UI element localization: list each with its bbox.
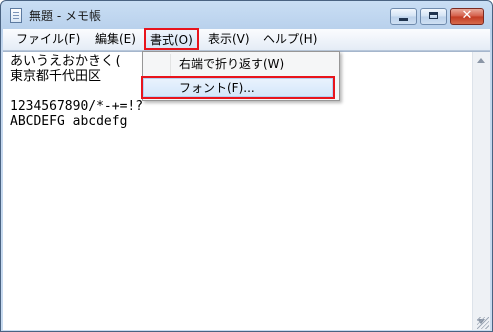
format-menu-dropdown: 右端で折り返す(W) フォント(F)... xyxy=(141,51,340,101)
menu-view[interactable]: 表示(V) xyxy=(204,30,254,49)
notepad-icon xyxy=(10,8,22,23)
scroll-up-arrow-icon[interactable] xyxy=(477,58,485,63)
menu-item-word-wrap[interactable]: 右端で折り返す(W) xyxy=(143,54,339,75)
menu-file[interactable]: ファイル(F) xyxy=(12,30,84,49)
minimize-button[interactable] xyxy=(390,8,417,25)
maximize-icon xyxy=(429,12,438,19)
menu-edit[interactable]: 編集(E) xyxy=(91,30,140,49)
menu-bar: ファイル(F) 編集(E) 書式(O) 表示(V) ヘルプ(H) xyxy=(3,28,490,51)
notepad-window: 無題 - メモ帳 ✕ ファイル(F) 編集(E) 書式(O) 表示(V) ヘルプ… xyxy=(0,0,493,332)
close-icon: ✕ xyxy=(461,8,473,23)
close-button[interactable]: ✕ xyxy=(450,8,484,25)
window-title: 無題 - メモ帳 xyxy=(29,9,101,23)
vertical-scrollbar[interactable] xyxy=(472,52,490,330)
menu-help[interactable]: ヘルプ(H) xyxy=(259,30,321,49)
text-line: ABCDEFG abcdefg xyxy=(10,114,128,129)
text-line: 1234567890/*-+=!? xyxy=(10,99,144,114)
menu-format[interactable]: 書式(O) xyxy=(144,28,199,50)
menu-item-font[interactable]: フォント(F)... xyxy=(141,76,335,99)
minimize-icon xyxy=(399,18,408,21)
maximize-button[interactable] xyxy=(420,8,447,25)
title-bar[interactable]: 無題 - メモ帳 ✕ xyxy=(1,1,492,29)
resize-grip-icon[interactable] xyxy=(477,317,489,329)
